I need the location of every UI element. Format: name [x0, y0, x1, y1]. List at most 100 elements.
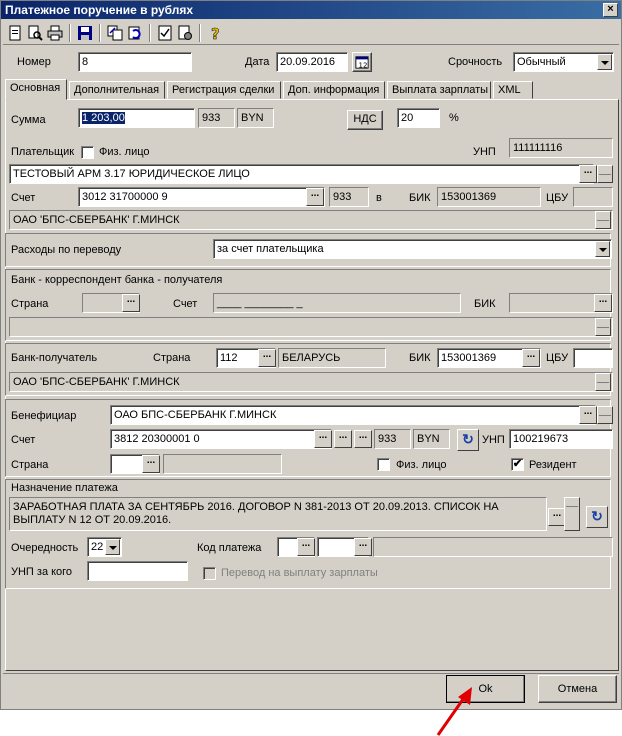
- copy-icon[interactable]: [105, 23, 125, 43]
- payer-cbu-label: ЦБУ: [546, 192, 569, 204]
- calendar-icon[interactable]: 12: [352, 52, 372, 72]
- beneficiary-name-field[interactable]: ОАО БПС-СБЕРБАНК Г.МИНСК: [110, 405, 596, 425]
- sum-currency: BYN: [237, 108, 274, 128]
- payer-account-select-button[interactable]: ...: [306, 188, 324, 206]
- recipient-bank-spin[interactable]: [595, 373, 611, 391]
- save-icon[interactable]: [75, 23, 95, 43]
- number-field[interactable]: 8: [78, 52, 192, 72]
- recipient-bik-label: БИК: [409, 352, 431, 364]
- payment-order-window: Платежное поручение в рублях × ? Номер 8…: [0, 0, 622, 710]
- refresh-icon[interactable]: [125, 23, 145, 43]
- recipient-cbu-field[interactable]: [573, 348, 613, 368]
- new-document-icon[interactable]: [5, 23, 25, 43]
- corr-bik-select-button[interactable]: ...: [594, 294, 612, 312]
- payer-bank-spin[interactable]: [595, 211, 611, 229]
- recipient-cbu-label: ЦБУ: [546, 352, 569, 364]
- cancel-button[interactable]: Отмена: [538, 675, 617, 703]
- vat-button[interactable]: НДС: [347, 110, 383, 130]
- preview-icon[interactable]: [25, 23, 45, 43]
- beneficiary-account-label: Счет: [11, 434, 36, 446]
- tab-salary[interactable]: Выплата зарплаты: [387, 81, 491, 99]
- beneficiary-account-code: 933: [374, 429, 411, 449]
- chevron-down-icon[interactable]: [105, 539, 120, 555]
- beneficiary-account-button-3[interactable]: ...: [354, 430, 372, 448]
- date-field[interactable]: 20.09.2016: [276, 52, 348, 72]
- payer-bik: 153001369: [437, 187, 541, 207]
- recipient-country-select-button[interactable]: ...: [258, 349, 276, 367]
- print-icon[interactable]: [45, 23, 65, 43]
- purpose-text[interactable]: ЗАРАБОТНАЯ ПЛАТА ЗА СЕНТЯБРЬ 2016. ДОГОВ…: [9, 497, 547, 531]
- beneficiary-physical-checkbox[interactable]: [377, 458, 390, 471]
- svg-text:?: ?: [211, 25, 220, 41]
- go-arrow-icon[interactable]: ↻: [457, 429, 479, 451]
- payer-account-field[interactable]: 3012 31700000 9: [78, 187, 325, 207]
- chevron-down-icon[interactable]: [597, 54, 612, 70]
- recipient-bank-label: Банк-получатель: [11, 352, 98, 364]
- help-icon[interactable]: ?: [205, 23, 225, 43]
- payment-code-label: Код платежа: [197, 542, 262, 554]
- svg-text:12: 12: [359, 61, 368, 69]
- percent-label: %: [449, 112, 459, 124]
- corr-bank-title: Банк - корреспондент банка - получателя: [11, 274, 223, 286]
- tab-main[interactable]: Основная: [5, 79, 67, 100]
- vat-field[interactable]: 20: [397, 108, 440, 128]
- beneficiary-account-field[interactable]: 3812 20300001 0: [110, 429, 332, 449]
- recipient-bik-select-button[interactable]: ...: [522, 349, 540, 367]
- payment-code-button-1[interactable]: ...: [297, 538, 315, 556]
- settings-icon[interactable]: [175, 23, 195, 43]
- tab-xml[interactable]: XML: [493, 81, 533, 99]
- date-label: Дата: [245, 56, 270, 68]
- beneficiary-account-select-button[interactable]: ...: [314, 430, 332, 448]
- expenses-select[interactable]: за счет плательщика: [213, 239, 612, 259]
- tab-additional[interactable]: Дополнительная: [69, 81, 165, 99]
- corr-account-label: Счет: [173, 298, 198, 310]
- beneficiary-select-button[interactable]: ...: [579, 406, 597, 424]
- payer-name-select-button[interactable]: ...: [579, 165, 597, 183]
- red-arrow-icon: [436, 687, 472, 736]
- payer-name-spin[interactable]: [597, 165, 613, 183]
- beneficiary-country-select-button[interactable]: ...: [142, 455, 160, 473]
- corr-bank-name: [9, 317, 613, 337]
- payer-account-label: Счет: [11, 192, 36, 204]
- tab-deal-registration[interactable]: Регистрация сделки: [167, 81, 281, 99]
- priority-label: Очередность: [11, 542, 79, 554]
- payer-bik-label: БИК: [409, 192, 431, 204]
- button-bar: [3, 673, 619, 707]
- tab-extra-info[interactable]: Доп. информация: [283, 81, 385, 99]
- beneficiary-spin[interactable]: [597, 406, 613, 424]
- payer-name-field[interactable]: ТЕСТОВЫЙ АРМ 3.17 ЮРИДИЧЕСКОЕ ЛИЦО: [9, 164, 594, 184]
- check-icon[interactable]: [155, 23, 175, 43]
- beneficiary-country-name: [163, 454, 282, 474]
- payment-code-button-2[interactable]: ...: [354, 538, 372, 556]
- sum-field[interactable]: 1 203,00: [78, 108, 195, 128]
- sum-label: Сумма: [11, 114, 46, 126]
- unp-for-field[interactable]: [87, 561, 188, 581]
- purpose-go-icon[interactable]: ↻: [586, 506, 608, 528]
- payer-label: Плательщик: [11, 146, 75, 158]
- toolbar: ?: [3, 21, 619, 45]
- corr-bank-spin[interactable]: [595, 318, 611, 336]
- beneficiary-label: Бенефициар: [11, 410, 77, 422]
- chevron-down-icon[interactable]: [595, 241, 610, 257]
- purpose-scrollbar[interactable]: [564, 497, 580, 531]
- payer-cbu: [573, 187, 613, 207]
- corr-country-select-button[interactable]: ...: [122, 294, 140, 312]
- recipient-bank-name: ОАО 'БПС-СБЕРБАНК' Г.МИНСК: [9, 372, 613, 392]
- recipient-country-label: Страна: [153, 352, 191, 364]
- payer-bank-name: ОАО 'БПС-СБЕРБАНК' Г.МИНСК: [9, 210, 613, 230]
- beneficiary-country-label: Страна: [11, 459, 49, 471]
- beneficiary-unp-field[interactable]: 100219673: [509, 429, 613, 449]
- corr-account-field[interactable]: ____ ________ _: [213, 293, 461, 313]
- close-button[interactable]: ×: [603, 3, 618, 17]
- beneficiary-account-button-2[interactable]: ...: [334, 430, 352, 448]
- payer-unp: 111111116: [509, 138, 613, 158]
- payer-physical-checkbox[interactable]: [81, 146, 94, 159]
- urgency-select[interactable]: Обычный: [513, 52, 614, 72]
- priority-select[interactable]: 22: [87, 537, 122, 557]
- beneficiary-currency: BYN: [413, 429, 450, 449]
- payer-physical-label: Физ. лицо: [99, 146, 150, 158]
- title-bar: Платежное поручение в рублях ×: [1, 1, 621, 19]
- salary-transfer-checkbox[interactable]: [203, 567, 216, 580]
- resident-checkbox[interactable]: ✔: [511, 458, 524, 471]
- payer-account-code: 933: [329, 187, 369, 207]
